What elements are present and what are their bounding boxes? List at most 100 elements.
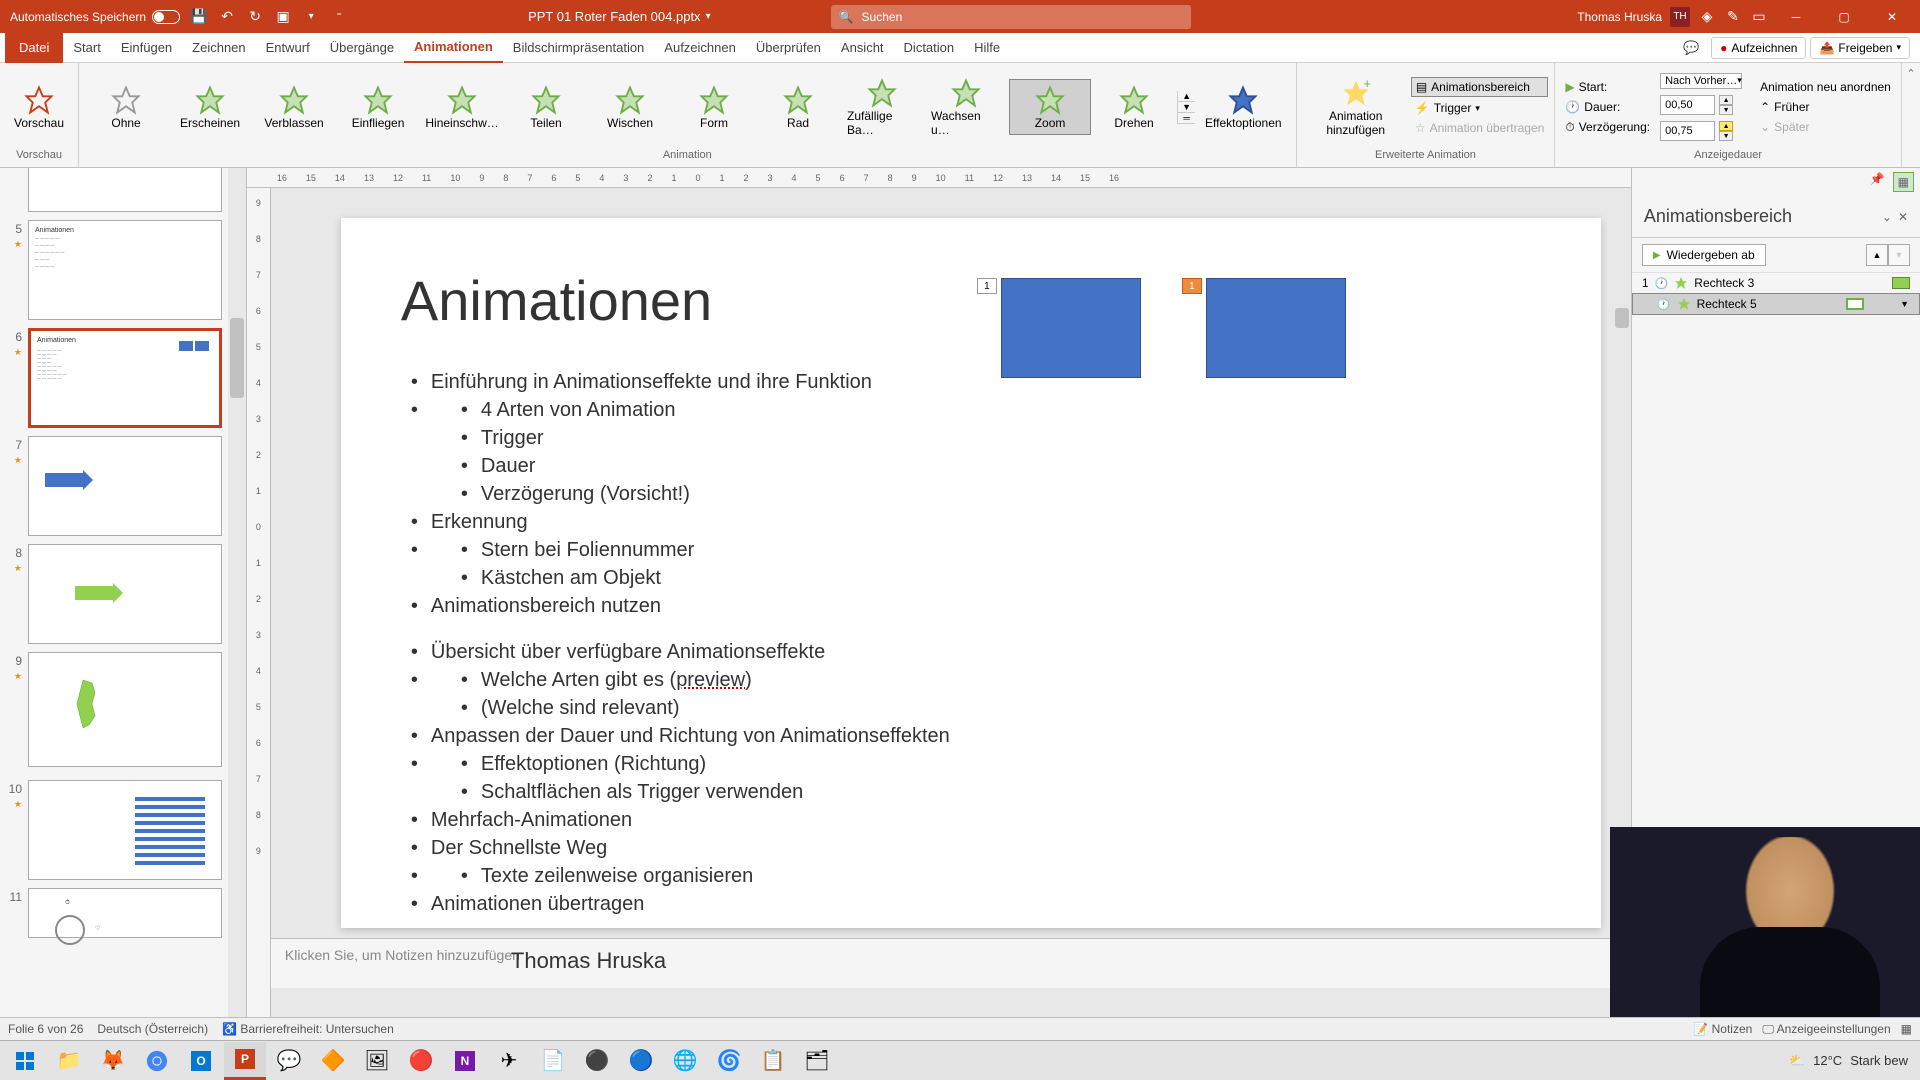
animation-tag[interactable]: 1	[1182, 278, 1202, 294]
anim-shape[interactable]: Form	[673, 80, 755, 134]
anim-none[interactable]: Ohne	[85, 80, 167, 134]
move-earlier-button[interactable]: ⌃Früher	[1756, 98, 1895, 116]
move-up-button[interactable]: ▲	[1866, 244, 1888, 266]
diamond-icon[interactable]: ◈	[1698, 8, 1716, 26]
anim-grow[interactable]: Wachsen u…	[925, 73, 1007, 141]
spinner-down-icon[interactable]: ▼	[1719, 131, 1733, 141]
maximize-button[interactable]: ▢	[1824, 0, 1864, 33]
pane-box-icon[interactable]: ▦	[1893, 172, 1914, 192]
notes-toggle[interactable]: 📝 Notizen	[1693, 1022, 1752, 1036]
tab-insert[interactable]: Einfügen	[111, 33, 182, 63]
chrome-icon[interactable]	[136, 1042, 178, 1080]
app-icon[interactable]: 🔵	[620, 1042, 662, 1080]
filename[interactable]: PPT 01 Roter Faden 004.pptx ▾	[528, 9, 711, 24]
scroll-up-icon[interactable]: ▲	[1178, 91, 1195, 102]
app-icon[interactable]: 📋	[752, 1042, 794, 1080]
onenote-icon[interactable]: N	[444, 1042, 486, 1080]
anim-zoom[interactable]: Zoom	[1009, 79, 1091, 135]
animation-pane-button[interactable]: ▤Animationsbereich	[1411, 77, 1549, 97]
obs-icon[interactable]: ⚫	[576, 1042, 618, 1080]
outlook-icon[interactable]: O	[180, 1042, 222, 1080]
spinner-up-icon[interactable]: ▲	[1719, 95, 1733, 105]
slide-thumb[interactable]	[4, 168, 242, 212]
save-icon[interactable]: 💾	[190, 8, 208, 26]
tab-view[interactable]: Ansicht	[831, 33, 894, 63]
slide-canvas[interactable]: Animationen Einführung in Animationseffe…	[341, 218, 1601, 928]
firefox-icon[interactable]: 🦊	[92, 1042, 134, 1080]
tab-start[interactable]: Start	[63, 33, 110, 63]
effect-options-button[interactable]: Effektoptionen	[1197, 67, 1290, 147]
animation-item[interactable]: 1 🕐 Rechteck 3	[1632, 273, 1920, 293]
anim-appear[interactable]: Erscheinen	[169, 80, 251, 134]
anim-float[interactable]: Hineinschw…	[421, 80, 503, 134]
share-button[interactable]: 📤Freigeben▾	[1810, 37, 1910, 59]
tab-animations[interactable]: Animationen	[404, 33, 503, 63]
slide-shape-2[interactable]	[1206, 278, 1346, 378]
redo-icon[interactable]: ↻	[246, 8, 264, 26]
gallery-scroll[interactable]: ▲ ▼ ═	[1177, 91, 1195, 124]
move-down-button[interactable]: ▼	[1888, 244, 1910, 266]
view-normal-icon[interactable]: ▦	[1901, 1022, 1912, 1036]
tab-record[interactable]: Aufzeichnen	[654, 33, 746, 63]
slide-body[interactable]: Einführung in Animationseffekte und ihre…	[401, 368, 1541, 918]
duration-input[interactable]: 00,50	[1660, 95, 1715, 115]
anim-wipe[interactable]: Wischen	[589, 80, 671, 134]
tab-draw[interactable]: Zeichnen	[182, 33, 255, 63]
slide-thumb[interactable]: 8★	[4, 544, 242, 644]
app-icon[interactable]: 🖼	[356, 1042, 398, 1080]
chevron-down-icon[interactable]: ▼	[1900, 299, 1909, 309]
slide-shape-1[interactable]	[1001, 278, 1141, 378]
accessibility-check[interactable]: ♿ Barrierefreiheit: Untersuchen	[222, 1022, 394, 1036]
close-button[interactable]: ✕	[1872, 0, 1912, 33]
slide-thumb[interactable]: 11 ⏱♡	[4, 888, 242, 938]
undo-icon[interactable]: ↶	[218, 8, 236, 26]
spinner-down-icon[interactable]: ▼	[1719, 105, 1733, 115]
slide-title[interactable]: Animationen	[401, 268, 1541, 333]
pane-pin-icon[interactable]: 📌	[1870, 172, 1885, 192]
gallery-more-icon[interactable]: ═	[1178, 113, 1195, 124]
vlc-icon[interactable]: 🔶	[312, 1042, 354, 1080]
tab-slideshow[interactable]: Bildschirmpräsentation	[503, 33, 655, 63]
present-icon[interactable]: ▣	[274, 8, 292, 26]
animation-item[interactable]: 🕐 Rechteck 5 ▼	[1632, 293, 1920, 315]
record-button[interactable]: ●Aufzeichnen	[1711, 37, 1806, 59]
user-avatar[interactable]: TH	[1670, 7, 1690, 27]
anim-flyin[interactable]: Einfliegen	[337, 80, 419, 134]
tab-review[interactable]: Überprüfen	[746, 33, 831, 63]
thumbnails-scrollbar[interactable]	[228, 168, 246, 1017]
animation-tag[interactable]: 1	[977, 278, 997, 294]
search-input[interactable]: 🔍 Suchen	[831, 5, 1191, 29]
system-tray[interactable]: ⛅ 12°C Stark bew	[1789, 1053, 1916, 1069]
chevron-down-icon[interactable]: ⌄	[1882, 210, 1892, 224]
explorer-icon[interactable]: 📁	[48, 1042, 90, 1080]
app-icon[interactable]: 💬	[268, 1042, 310, 1080]
pen-icon[interactable]: ✎	[1724, 8, 1742, 26]
scroll-down-icon[interactable]: ▼	[1178, 102, 1195, 113]
window-icon[interactable]: ▭	[1750, 8, 1768, 26]
app-icon[interactable]: 📄	[532, 1042, 574, 1080]
language-indicator[interactable]: Deutsch (Österreich)	[97, 1022, 208, 1036]
preview-button[interactable]: Vorschau	[6, 67, 72, 147]
app-icon[interactable]: 🌐	[664, 1042, 706, 1080]
tab-dictation[interactable]: Dictation	[894, 33, 965, 63]
app-icon[interactable]: 🗂	[796, 1042, 838, 1080]
start-button[interactable]	[4, 1042, 46, 1080]
slide-author[interactable]: Thomas Hruska	[511, 948, 1541, 974]
trigger-button[interactable]: ⚡Trigger▾	[1411, 99, 1549, 117]
username[interactable]: Thomas Hruska	[1577, 10, 1662, 24]
anim-random[interactable]: Zufällige Ba…	[841, 73, 923, 141]
tab-design[interactable]: Entwurf	[256, 33, 320, 63]
anim-spin[interactable]: Drehen	[1093, 80, 1175, 134]
autosave-toggle[interactable]: Automatisches Speichern	[10, 10, 180, 24]
comments-icon[interactable]: 💬	[1675, 40, 1707, 56]
tab-file[interactable]: Datei	[5, 33, 63, 63]
tab-transitions[interactable]: Übergänge	[320, 33, 404, 63]
anim-split[interactable]: Teilen	[505, 80, 587, 134]
play-from-button[interactable]: ▶Wiedergeben ab	[1642, 244, 1766, 266]
anim-fade[interactable]: Verblassen	[253, 80, 335, 134]
add-animation-button[interactable]: + Animation hinzufügen	[1303, 67, 1409, 147]
close-icon[interactable]: ✕	[1898, 210, 1908, 224]
slide-thumb[interactable]: 6★ Animationen— — — — —— — — —— — —— — —…	[4, 328, 242, 428]
dropdown-icon[interactable]: ▾	[302, 8, 320, 26]
qat-more-icon[interactable]: ⁼	[330, 8, 348, 26]
